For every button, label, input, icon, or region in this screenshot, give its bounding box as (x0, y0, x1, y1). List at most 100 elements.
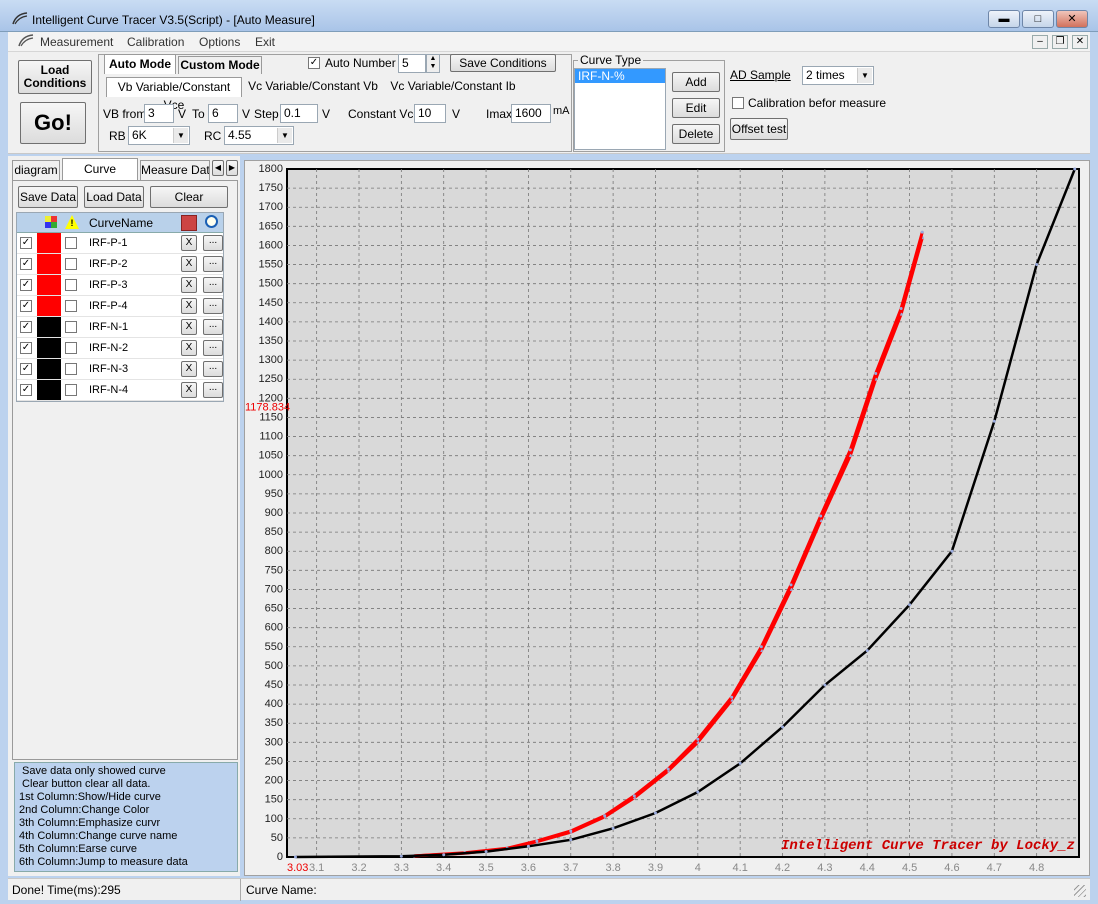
tab-auto-mode[interactable]: Auto Mode (104, 54, 176, 74)
curve-color-swatch[interactable] (37, 359, 61, 379)
menu-measurement[interactable]: Measurement (40, 35, 113, 49)
ad-sample-select[interactable]: 2 times ▼ (802, 66, 874, 85)
save-data-button[interactable]: Save Data (18, 186, 78, 208)
to-input[interactable]: 6 (208, 104, 238, 123)
show-curve-checkbox[interactable]: ✓ (20, 279, 32, 291)
tab-vc-variable-vb[interactable]: Vc Variable/Constant Vb (248, 78, 378, 96)
erase-curve-button[interactable]: X (181, 256, 197, 272)
curve-type-list[interactable]: IRF-N-% (574, 68, 666, 150)
emphasize-checkbox[interactable] (65, 237, 77, 249)
clear-button[interactable]: Clear (150, 186, 228, 208)
erase-curve-button[interactable]: X (181, 298, 197, 314)
maximize-button[interactable]: □ (1022, 10, 1054, 28)
curve-name[interactable]: IRF-P-1 (89, 237, 128, 249)
chevron-down-icon: ▼ (173, 128, 188, 143)
curve-color-swatch[interactable] (37, 275, 61, 295)
show-curve-checkbox[interactable]: ✓ (20, 321, 32, 333)
close-button[interactable]: ✕ (1056, 10, 1088, 28)
show-curve-checkbox[interactable]: ✓ (20, 342, 32, 354)
tab-measure-data[interactable]: Measure Data (140, 160, 210, 180)
show-curve-checkbox[interactable]: ✓ (20, 384, 32, 396)
tab-diagram[interactable]: diagram (12, 160, 60, 180)
app-icon (18, 34, 34, 47)
load-conditions-button[interactable]: Load Conditions (18, 60, 92, 94)
emphasize-checkbox[interactable] (65, 363, 77, 375)
erase-curve-button[interactable]: X (181, 361, 197, 377)
tab-vc-variable-ib[interactable]: Vc Variable/Constant Ib (388, 78, 518, 96)
jump-to-data-button[interactable]: ... (203, 256, 223, 272)
erase-curve-button[interactable]: X (181, 235, 197, 251)
calibration-checkbox[interactable] (732, 97, 744, 109)
imax-input[interactable]: 1600 (511, 104, 551, 123)
curve-name[interactable]: IRF-P-4 (89, 300, 128, 312)
menu-exit[interactable]: Exit (255, 35, 275, 49)
curve-name[interactable]: IRF-N-2 (89, 342, 128, 354)
auto-number-input[interactable]: 5 (398, 54, 426, 73)
menu-options[interactable]: Options (199, 35, 240, 49)
menu-calibration[interactable]: Calibration (127, 35, 184, 49)
erase-curve-button[interactable]: X (181, 319, 197, 335)
curve-color-swatch[interactable] (37, 338, 61, 358)
show-curve-checkbox[interactable]: ✓ (20, 300, 32, 312)
curve-color-swatch[interactable] (37, 317, 61, 337)
chart-panel: 0 50 100 150 200 250 300 350 400 450 500 550 600 650 7… (244, 160, 1090, 876)
curve-color-swatch[interactable] (37, 233, 61, 253)
curve-color-swatch[interactable] (37, 380, 61, 400)
tab-scroll-right[interactable]: ▶ (226, 160, 238, 176)
mdi-minimize-button[interactable]: – (1032, 35, 1048, 49)
emphasize-checkbox[interactable] (65, 300, 77, 312)
show-curve-checkbox[interactable]: ✓ (20, 258, 32, 270)
mdi-close-button[interactable]: ✕ (1072, 35, 1088, 49)
mdi-restore-button[interactable]: ❐ (1052, 35, 1068, 49)
emphasize-checkbox[interactable] (65, 279, 77, 291)
tab-vb-variable[interactable]: Vb Variable/Constant Vce (106, 77, 242, 112)
save-conditions-button[interactable]: Save Conditions (450, 54, 556, 72)
auto-number-spinner[interactable]: ▲ ▼ (426, 54, 440, 73)
resize-grip-icon[interactable] (1074, 885, 1086, 897)
erase-curve-button[interactable]: X (181, 277, 197, 293)
data-point (569, 838, 573, 842)
tab-scroll-left[interactable]: ◀ (212, 160, 224, 176)
rb-select[interactable]: 6K ▼ (128, 126, 190, 145)
jump-to-data-button[interactable]: ... (203, 361, 223, 377)
auto-number-checkbox[interactable]: ✓ (308, 57, 320, 69)
add-curve-type-button[interactable]: Add (672, 72, 720, 92)
jump-to-data-button[interactable]: ... (203, 277, 223, 293)
emphasize-checkbox[interactable] (65, 321, 77, 333)
show-curve-checkbox[interactable]: ✓ (20, 237, 32, 249)
curve-name[interactable]: IRF-N-4 (89, 384, 128, 396)
curve-color-swatch[interactable] (37, 296, 61, 316)
left-panel: diagram Curve Control Measure Data ◀ ▶ S… (8, 156, 240, 876)
jump-to-data-button[interactable]: ... (203, 340, 223, 356)
curve-color-swatch[interactable] (37, 254, 61, 274)
erase-curve-button[interactable]: X (181, 340, 197, 356)
erase-curve-button[interactable]: X (181, 382, 197, 398)
vb-from-input[interactable]: 3 (144, 104, 174, 123)
tab-custom-mode[interactable]: Custom Mode (178, 56, 262, 74)
go-button[interactable]: Go! (20, 102, 86, 144)
jump-to-data-button[interactable]: ... (203, 382, 223, 398)
tab-curve-control[interactable]: Curve Control (62, 158, 138, 196)
edit-curve-type-button[interactable]: Edit (672, 98, 720, 118)
emphasize-checkbox[interactable] (65, 258, 77, 270)
offset-test-button[interactable]: Offset test (730, 118, 788, 140)
curve-name[interactable]: IRF-P-3 (89, 279, 128, 291)
step-input[interactable]: 0.1 (280, 104, 318, 123)
curve-type-item[interactable]: IRF-N-% (575, 69, 665, 83)
constant-vce-input[interactable]: 10 (414, 104, 446, 123)
show-curve-checkbox[interactable]: ✓ (20, 363, 32, 375)
emphasize-checkbox[interactable] (65, 342, 77, 354)
vb-from-unit: V (178, 107, 187, 121)
curve-chart[interactable]: 0 50 100 150 200 250 300 350 400 450 500 550 600 650 7… (245, 161, 1089, 875)
delete-curve-type-button[interactable]: Delete (672, 124, 720, 144)
jump-to-data-button[interactable]: ... (203, 235, 223, 251)
curve-name[interactable]: IRF-N-3 (89, 363, 128, 375)
jump-to-data-button[interactable]: ... (203, 298, 223, 314)
rc-select[interactable]: 4.55 ▼ (224, 126, 294, 145)
load-data-button[interactable]: Load Data (84, 186, 144, 208)
emphasize-checkbox[interactable] (65, 384, 77, 396)
minimize-button[interactable]: ▬ (988, 10, 1020, 28)
curve-name[interactable]: IRF-P-2 (89, 258, 128, 270)
jump-to-data-button[interactable]: ... (203, 319, 223, 335)
curve-name[interactable]: IRF-N-1 (89, 321, 128, 333)
